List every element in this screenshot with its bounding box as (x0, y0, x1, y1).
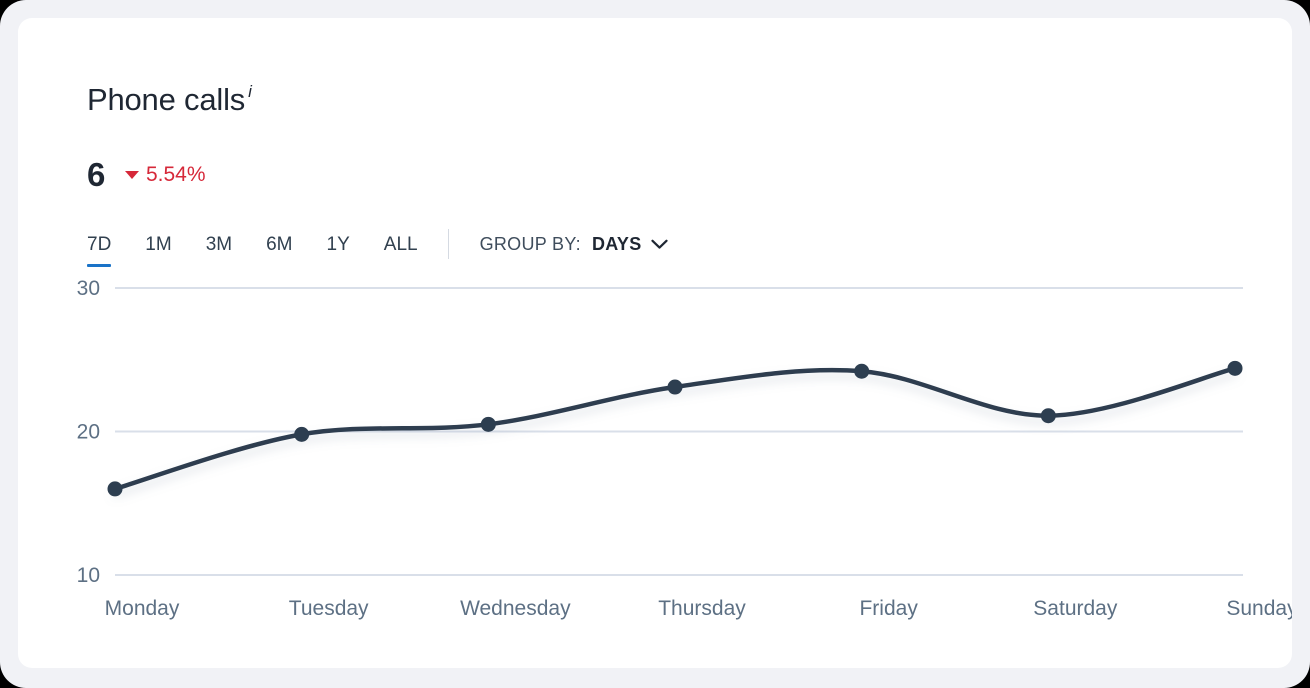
x-axis-tick-label: Tuesday (289, 597, 369, 620)
info-icon[interactable]: i (248, 82, 252, 101)
tab-all-label: ALL (383, 233, 418, 255)
page-title: Phone calls i (87, 82, 252, 117)
chart-data-point[interactable] (294, 426, 310, 442)
delta-badge: 5.54% (124, 162, 206, 186)
tab-7d[interactable]: 7D (87, 233, 112, 270)
chart-data-point[interactable] (1227, 360, 1243, 376)
x-axis-tick-label: Saturday (1033, 597, 1118, 620)
chart-data-point[interactable] (480, 416, 496, 432)
triangle-down-icon (124, 171, 139, 179)
x-axis-tick-label: Friday (859, 597, 918, 620)
metric-value: 6 (87, 155, 105, 193)
range-tab-list: 7D 1M 3M 6M 1Y ALL (87, 235, 418, 270)
tab-1y[interactable]: 1Y (327, 235, 350, 270)
x-axis-tick-label: Thursday (658, 597, 746, 620)
y-axis-tick-label: 20 (77, 421, 100, 444)
chart-data-point[interactable] (1040, 408, 1056, 424)
chart-gridlines (115, 287, 1243, 576)
chart-series-line (112, 366, 1238, 492)
controls-divider (447, 229, 449, 259)
tab-1m-label: 1M (145, 233, 172, 255)
delta-percent: 5.54% (145, 162, 206, 186)
chart-controls: 7D 1M 3M 6M 1Y ALL GROUP BY: DAYS (87, 229, 668, 270)
group-by-label: GROUP BY: (479, 233, 581, 254)
tab-all[interactable]: ALL (384, 235, 418, 270)
x-axis-tick-label: Sunday (1226, 597, 1292, 620)
phone-calls-card: Phone calls i 6 5.54% 7D 1M 3M 6M 1Y ALL … (18, 18, 1292, 668)
chart-data-point[interactable] (107, 481, 123, 497)
tab-3m-label: 3M (205, 233, 233, 255)
chart-y-axis-labels: 10 20 30 (77, 277, 100, 587)
card-title-text: Phone calls (87, 82, 246, 117)
tab-3m[interactable]: 3M (206, 235, 232, 270)
metric-summary: 6 5.54% (87, 154, 206, 194)
chart-data-point[interactable] (854, 363, 870, 379)
group-by-value: DAYS (591, 233, 642, 254)
tab-1m[interactable]: 1M (145, 235, 171, 270)
chart-data-points (107, 360, 1243, 497)
y-axis-tick-label: 10 (77, 564, 100, 587)
x-axis-tick-label: Monday (105, 597, 180, 620)
tab-6m-label: 6M (266, 233, 293, 255)
tab-1y-label: 1Y (326, 233, 350, 255)
tab-6m[interactable]: 6M (266, 235, 292, 270)
x-axis-tick-label: Wednesday (460, 597, 571, 620)
y-axis-tick-label: 30 (77, 277, 100, 300)
chevron-down-icon (650, 239, 668, 250)
tab-7d-label: 7D (87, 233, 112, 255)
chart-x-axis-labels: Monday Tuesday Wednesday Thursday Friday Satu… (105, 597, 1292, 620)
group-by-dropdown[interactable]: GROUP BY: DAYS (480, 234, 668, 255)
chart-data-point[interactable] (667, 379, 683, 395)
app-background: Phone calls i 6 5.54% 7D 1M 3M 6M 1Y ALL … (0, 0, 1310, 688)
